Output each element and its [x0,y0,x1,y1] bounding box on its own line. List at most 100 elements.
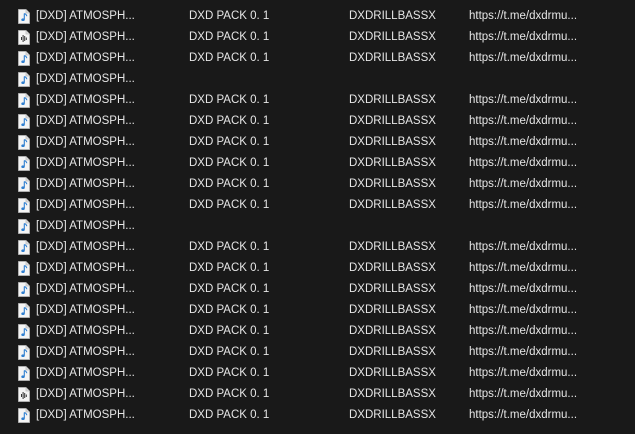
music-file-icon [17,6,31,27]
comment-cell: https://t.me/dxdrmu... [469,283,578,295]
list-item[interactable]: [DXD] ATMOSPH... DXD PACK 0. 1 DXDRILLBASS… [0,27,635,48]
album-cell: DXD PACK 0. 1 [189,367,270,379]
file-name: [DXD] ATMOSPH... [36,52,135,64]
music-file-icon [17,300,31,321]
music-file-icon [17,195,31,216]
artist-cell: DXDRILLBASSX [349,262,436,274]
file-name: [DXD] ATMOSPH... [36,325,135,337]
file-name: [DXD] ATMOSPH... [36,283,135,295]
artist-cell: DXDRILLBASSX [349,325,436,337]
file-name: [DXD] ATMOSPH... [36,157,135,169]
comment-cell: https://t.me/dxdrmu... [469,409,578,421]
file-name: [DXD] ATMOSPH... [36,10,135,22]
artist-cell: DXDRILLBASSX [349,94,436,106]
list-item[interactable]: [DXD] ATMOSPH... DXD PACK 0. 1 DXDRILLBASS… [0,174,635,195]
artist-cell: DXDRILLBASSX [349,304,436,316]
album-cell: DXD PACK 0. 1 [189,304,270,316]
list-item[interactable]: [DXD] ATMOSPH... DXD PACK 0. 1 DXDRILLBASS… [0,342,635,363]
list-item[interactable]: [DXD] ATMOSPH... DXD PACK 0. 1 DXDRILLBASS… [0,48,635,69]
file-name: [DXD] ATMOSPH... [36,94,135,106]
artist-cell: DXDRILLBASSX [349,157,436,169]
list-item[interactable]: [DXD] ATMOSPH... DXD PACK 0. 1 DXDRILLBASS… [0,279,635,300]
artist-cell: DXDRILLBASSX [349,367,436,379]
artist-cell: DXDRILLBASSX [349,199,436,211]
music-file-icon [17,48,31,69]
artist-cell: DXDRILLBASSX [349,52,436,64]
music-file-icon [17,363,31,384]
list-item[interactable]: [DXD] ATMOSPH... DXD PACK 0. 1 DXDRILLBASS… [0,111,635,132]
comment-cell: https://t.me/dxdrmu... [469,178,578,190]
music-file-icon [17,90,31,111]
list-item[interactable]: [DXD] ATMOSPH... DXD PACK 0. 1 DXDRILLBASS… [0,195,635,216]
comment-cell: https://t.me/dxdrmu... [469,94,578,106]
file-name: [DXD] ATMOSPH... [36,220,135,232]
comment-cell: https://t.me/dxdrmu... [469,325,578,337]
album-cell: DXD PACK 0. 1 [189,409,270,421]
music-file-icon [17,342,31,363]
list-item[interactable]: [DXD] ATMOSPH... [0,216,635,237]
file-name: [DXD] ATMOSPH... [36,262,135,274]
comment-cell: https://t.me/dxdrmu... [469,388,578,400]
music-file-icon [17,69,31,90]
comment-cell: https://t.me/dxdrmu... [469,136,578,148]
artist-cell: DXDRILLBASSX [349,178,436,190]
music-file-icon [17,111,31,132]
comment-cell: https://t.me/dxdrmu... [469,115,578,127]
list-item[interactable]: [DXD] ATMOSPH... DXD PACK 0. 1 DXDRILLBASS… [0,258,635,279]
album-cell: DXD PACK 0. 1 [189,115,270,127]
music-file-icon [17,153,31,174]
album-cell: DXD PACK 0. 1 [189,136,270,148]
album-cell: DXD PACK 0. 1 [189,178,270,190]
list-item[interactable]: [DXD] ATMOSPH... DXD PACK 0. 1 DXDRILLBASS… [0,405,635,426]
list-item[interactable]: [DXD] ATMOSPH... DXD PACK 0. 1 DXDRILLBASS… [0,363,635,384]
list-item[interactable]: [DXD] ATMOSPH... DXD PACK 0. 1 DXDRILLBASS… [0,90,635,111]
list-item[interactable]: [DXD] ATMOSPH... DXD PACK 0. 1 DXDRILLBASS… [0,384,635,405]
album-cell: DXD PACK 0. 1 [189,94,270,106]
album-cell: DXD PACK 0. 1 [189,283,270,295]
list-item[interactable]: [DXD] ATMOSPH... DXD PACK 0. 1 DXDRILLBASS… [0,6,635,27]
music-file-icon [17,258,31,279]
wave-file-icon [17,384,31,405]
artist-cell: DXDRILLBASSX [349,346,436,358]
file-name: [DXD] ATMOSPH... [36,388,135,400]
list-item[interactable]: [DXD] ATMOSPH... DXD PACK 0. 1 DXDRILLBASS… [0,300,635,321]
comment-cell: https://t.me/dxdrmu... [469,31,578,43]
comment-cell: https://t.me/dxdrmu... [469,157,578,169]
artist-cell: DXDRILLBASSX [349,136,436,148]
comment-cell: https://t.me/dxdrmu... [469,346,578,358]
album-cell: DXD PACK 0. 1 [189,325,270,337]
file-name: [DXD] ATMOSPH... [36,136,135,148]
file-name: [DXD] ATMOSPH... [36,73,135,85]
comment-cell: https://t.me/dxdrmu... [469,262,578,274]
artist-cell: DXDRILLBASSX [349,31,436,43]
album-cell: DXD PACK 0. 1 [189,199,270,211]
album-cell: DXD PACK 0. 1 [189,10,270,22]
album-cell: DXD PACK 0. 1 [189,241,270,253]
artist-cell: DXDRILLBASSX [349,388,436,400]
music-file-icon [17,132,31,153]
comment-cell: https://t.me/dxdrmu... [469,10,578,22]
comment-cell: https://t.me/dxdrmu... [469,304,578,316]
comment-cell: https://t.me/dxdrmu... [469,367,578,379]
list-item[interactable]: [DXD] ATMOSPH... DXD PACK 0. 1 DXDRILLBASS… [0,321,635,342]
wave-file-icon [17,27,31,48]
file-name: [DXD] ATMOSPH... [36,409,135,421]
artist-cell: DXDRILLBASSX [349,409,436,421]
list-item[interactable]: [DXD] ATMOSPH... DXD PACK 0. 1 DXDRILLBASS… [0,132,635,153]
file-name: [DXD] ATMOSPH... [36,31,135,43]
comment-cell: https://t.me/dxdrmu... [469,52,578,64]
comment-cell: https://t.me/dxdrmu... [469,241,578,253]
music-file-icon [17,321,31,342]
file-list: [DXD] ATMOSPH... DXD PACK 0. 1 DXDRILLBASS… [0,6,635,426]
music-file-icon [17,237,31,258]
list-item[interactable]: [DXD] ATMOSPH... DXD PACK 0. 1 DXDRILLBASS… [0,237,635,258]
album-cell: DXD PACK 0. 1 [189,388,270,400]
file-name: [DXD] ATMOSPH... [36,304,135,316]
list-item[interactable]: [DXD] ATMOSPH... [0,69,635,90]
album-cell: DXD PACK 0. 1 [189,346,270,358]
music-file-icon [17,216,31,237]
music-file-icon [17,405,31,426]
artist-cell: DXDRILLBASSX [349,10,436,22]
file-name: [DXD] ATMOSPH... [36,178,135,190]
list-item[interactable]: [DXD] ATMOSPH... DXD PACK 0. 1 DXDRILLBASS… [0,153,635,174]
